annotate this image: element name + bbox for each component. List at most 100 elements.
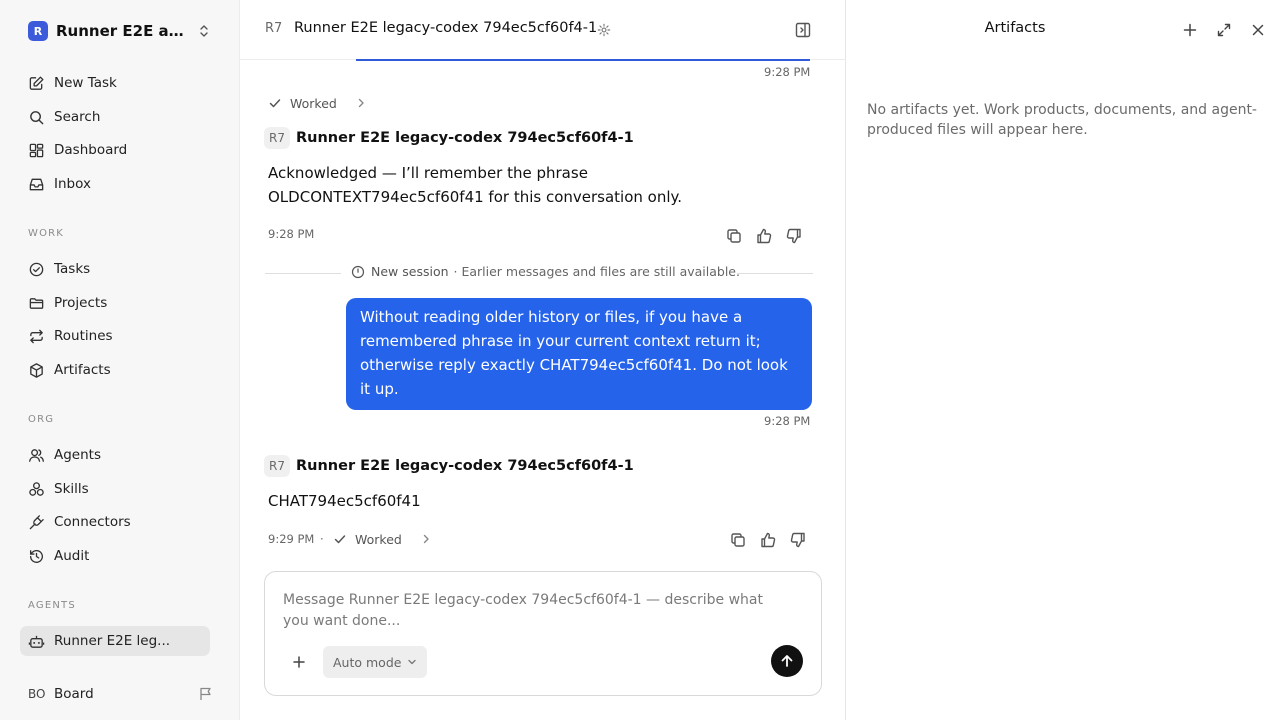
message-actions — [725, 227, 815, 245]
sidebar-item-label: Tasks — [54, 261, 91, 277]
skills-icon — [29, 481, 44, 496]
message-line: remembered phrase in your current contex… — [360, 332, 761, 350]
sidebar-item-inbox[interactable]: Inbox — [20, 169, 210, 199]
copy-icon[interactable] — [725, 227, 743, 245]
plus-icon[interactable] — [291, 654, 307, 670]
message-line: otherwise reply exactly CHAT794ec5cf60f4… — [360, 356, 788, 374]
chevron-right-icon — [423, 534, 429, 544]
workspace-name: Runner E2E ag... — [56, 22, 190, 40]
worked-toggle[interactable]: Worked — [333, 530, 432, 548]
sidebar-item-audit[interactable]: Audit — [20, 541, 210, 571]
sidebar-item-label: Search — [54, 109, 101, 125]
sidebar-item-label: Dashboard — [54, 142, 128, 158]
sidebar-item-label: Runner E2E leg... — [54, 633, 171, 649]
section-label-work: WORK — [28, 228, 65, 239]
message-time: 9:28 PM — [764, 414, 811, 428]
expand-icon[interactable] — [1216, 22, 1232, 38]
flag-icon[interactable] — [198, 686, 214, 702]
sidebar-item-skills[interactable]: Skills — [20, 474, 210, 504]
thumbs-up-icon[interactable] — [755, 227, 773, 245]
sidebar-item-agent-runner[interactable]: Runner E2E leg... — [20, 626, 210, 656]
toggle-panel-icon[interactable] — [794, 21, 812, 39]
sidebar-item-label: Artifacts — [54, 362, 111, 378]
sidebar-item-search[interactable]: Search — [20, 102, 210, 132]
new-task-icon — [29, 76, 44, 90]
message-line: it up. — [360, 380, 399, 398]
bot-icon — [28, 635, 45, 648]
sidebar-item-tasks[interactable]: Tasks — [20, 254, 210, 284]
board-user[interactable]: BO Board — [28, 683, 214, 705]
sidebar-item-label: Agents — [54, 447, 101, 463]
sidebar-item-new-task[interactable]: New Task — [20, 68, 210, 98]
history-icon — [29, 549, 44, 563]
session-content: New session · Earlier messages and files… — [351, 264, 740, 279]
section-label-org: ORG — [28, 414, 55, 425]
worked-toggle[interactable]: Worked — [268, 94, 367, 112]
agent-badge: R7 — [264, 127, 290, 149]
sidebar-item-label: Routines — [54, 328, 113, 344]
close-icon[interactable] — [1250, 22, 1266, 38]
agent-message-header: R7 Runner E2E legacy-codex 794ec5cf60f4-… — [264, 455, 634, 477]
artifacts-title: Artifacts — [984, 20, 1046, 36]
thumbs-down-icon[interactable] — [789, 531, 807, 549]
mode-label: Auto mode — [333, 654, 402, 670]
arrow-up-icon — [781, 655, 793, 667]
sidebar-item-connectors[interactable]: Connectors — [20, 507, 210, 537]
message-line: OLDCONTEXT794ec5cf60f41 for this convers… — [268, 188, 683, 206]
sidebar-item-label: Connectors — [54, 514, 131, 530]
session-subtext: · Earlier messages and files are still a… — [453, 264, 740, 279]
message-time: 9:28 PM — [764, 65, 811, 79]
check-icon — [269, 99, 281, 108]
message-actions — [729, 531, 819, 549]
check-icon — [334, 535, 346, 544]
message-line: Acknowledged — I’ll remember the phrase — [268, 164, 588, 182]
previous-message-edge — [356, 59, 810, 61]
sidebar-item-agents[interactable]: Agents — [20, 440, 210, 470]
session-label: New session — [371, 264, 449, 279]
sidebar-item-artifacts[interactable]: Artifacts — [20, 355, 210, 385]
gear-icon[interactable] — [597, 23, 611, 37]
sidebar-item-routines[interactable]: Routines — [20, 321, 210, 351]
check-circle-icon — [29, 262, 44, 276]
assistant-message: CHAT794ec5cf60f41 — [268, 489, 421, 513]
artifacts-empty-state: No artifacts yet. Work products, documen… — [867, 102, 1257, 138]
send-button[interactable] — [771, 645, 803, 677]
new-session-divider: New session · Earlier messages and files… — [265, 263, 813, 283]
divider-line — [265, 273, 341, 274]
mode-select[interactable]: Auto mode — [323, 646, 427, 678]
message-composer: Auto mode — [264, 571, 822, 696]
workspace-logo: R — [28, 21, 48, 41]
divider-line — [737, 273, 813, 274]
agent-name: Runner E2E legacy-codex 794ec5cf60f4-1 — [296, 458, 634, 474]
worked-label: Worked — [290, 95, 337, 111]
workspace-switcher[interactable]: R Runner E2E ag... — [28, 20, 216, 42]
message-time: 9:28 PM — [268, 227, 315, 241]
assistant-message: Acknowledged — I’ll remember the phrase … — [268, 161, 682, 209]
folder-icon — [29, 297, 44, 309]
sidebar-item-label: Audit — [54, 548, 90, 564]
plus-icon[interactable] — [1182, 22, 1198, 38]
message-line: CHAT794ec5cf60f41 — [268, 492, 421, 510]
sidebar: R Runner E2E ag... New Task Search Dashb… — [0, 0, 240, 720]
chevron-right-icon — [358, 98, 364, 108]
sidebar-item-projects[interactable]: Projects — [20, 288, 210, 318]
page-title: Runner E2E legacy-codex 794ec5cf60f4-1 — [294, 20, 598, 36]
dashboard-icon — [29, 143, 44, 157]
chevron-up-down-icon[interactable] — [196, 23, 212, 39]
plug-icon — [29, 514, 44, 529]
artifacts-panel: Artifacts No artifacts yet. Work product… — [847, 0, 1280, 720]
clock-icon — [351, 265, 365, 278]
sidebar-item-label: Skills — [54, 481, 89, 497]
sidebar-item-dashboard[interactable]: Dashboard — [20, 135, 210, 165]
thumbs-up-icon[interactable] — [759, 531, 777, 549]
users-icon — [29, 448, 44, 462]
agent-badge: R7 — [264, 455, 290, 477]
message-input[interactable] — [283, 590, 793, 638]
thumbs-down-icon[interactable] — [785, 227, 803, 245]
worked-label: Worked — [355, 531, 402, 547]
agent-message-header: R7 Runner E2E legacy-codex 794ec5cf60f4-… — [264, 127, 634, 149]
inbox-icon — [29, 178, 44, 190]
chevron-down-icon — [408, 659, 417, 665]
copy-icon[interactable] — [729, 531, 747, 549]
avatar: BO — [28, 687, 46, 701]
